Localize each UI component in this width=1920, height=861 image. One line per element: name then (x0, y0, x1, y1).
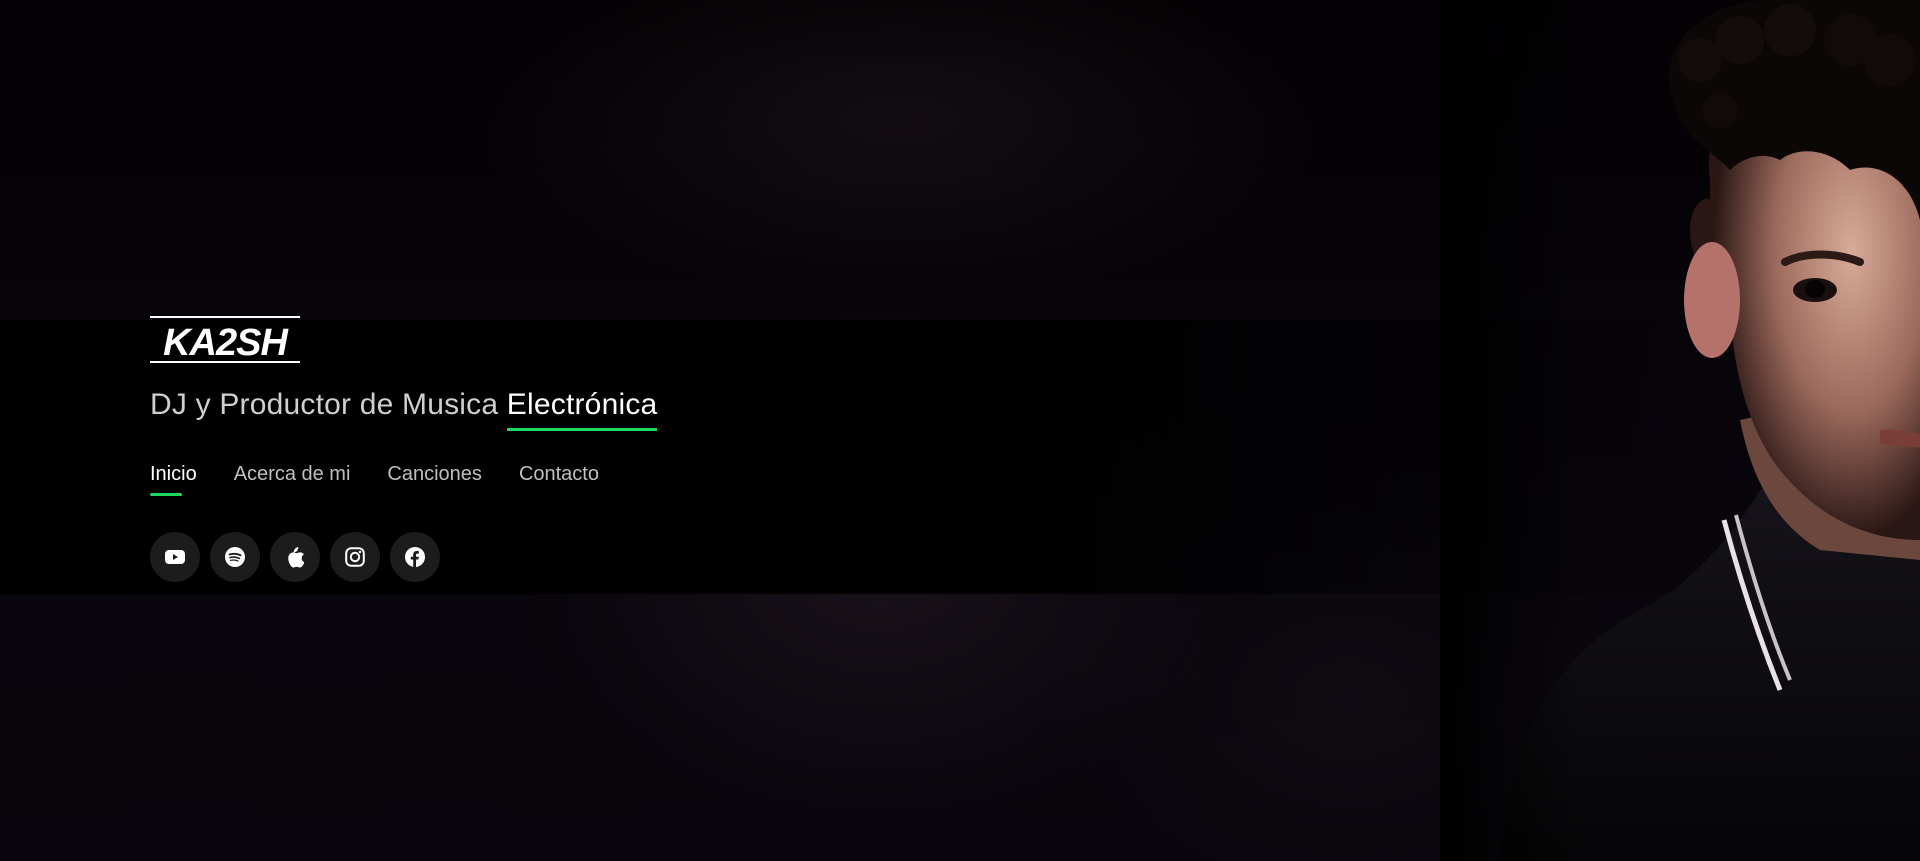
tagline-prefix: DJ y Productor de Musica (150, 388, 507, 421)
facebook-icon (405, 547, 425, 567)
tagline-highlight: Electrónica (506, 388, 658, 431)
brand-logo-text: KA2SH (163, 322, 289, 364)
hero-background: KA2SH DJ y Productor de Musica Electróni… (0, 0, 1920, 861)
instagram-icon (345, 547, 365, 567)
instagram-button[interactable] (330, 532, 380, 582)
facebook-button[interactable] (390, 532, 440, 582)
spotify-button[interactable] (210, 532, 260, 582)
artist-portrait (1440, 0, 1920, 861)
youtube-button[interactable] (150, 532, 200, 582)
hero-tagline: DJ y Productor de Musica Electrónica (150, 388, 950, 431)
apple-icon (288, 546, 304, 568)
youtube-icon (165, 550, 185, 564)
apple-music-button[interactable] (270, 532, 320, 582)
nav-item-contacto[interactable]: Contacto (519, 463, 599, 496)
social-links (150, 532, 950, 582)
nav-item-inicio[interactable]: Inicio (150, 463, 197, 496)
spotify-icon (225, 547, 245, 567)
hero-content: KA2SH DJ y Productor de Musica Electróni… (150, 316, 950, 582)
main-nav: Inicio Acerca de mi Canciones Contacto (150, 463, 950, 496)
nav-item-acerca-de-mi[interactable]: Acerca de mi (234, 463, 351, 496)
brand-logo[interactable]: KA2SH (150, 316, 300, 364)
nav-item-canciones[interactable]: Canciones (387, 463, 482, 496)
